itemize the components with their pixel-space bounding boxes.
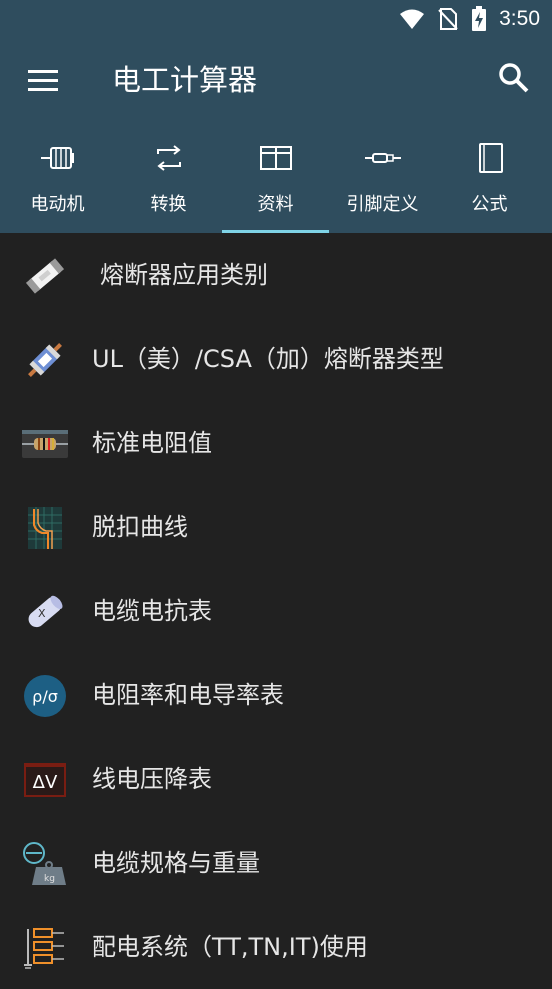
tab-convert[interactable]: 转换 [115, 132, 222, 233]
search-button[interactable] [496, 60, 532, 96]
svg-text:ρ/σ: ρ/σ [32, 687, 58, 706]
tab-label: 公式 [471, 194, 508, 215]
tab-motor[interactable]: 电动机 [0, 132, 115, 233]
app-title: 电工计算器 [112, 63, 258, 97]
list-item[interactable]: 配电系统（TT,TN,IT)使用 [0, 905, 552, 989]
no-sim-icon [438, 8, 458, 30]
list-item-label: 线电压降表 [92, 765, 212, 793]
resistor-icon [22, 430, 68, 458]
ul-fuse-icon [28, 343, 62, 377]
tab-formulas[interactable]: 公式 [436, 132, 543, 233]
book-icon [478, 143, 503, 173]
resistivity-icon: ρ/σ [24, 675, 66, 717]
motor-icon [40, 147, 74, 169]
tab-label: 资料 [257, 194, 294, 215]
list-item-label: UL（美）/CSA（加）熔断器类型 [92, 345, 444, 373]
list-item[interactable]: UL（美）/CSA（加）熔断器类型 [0, 317, 552, 401]
cable-weight-icon: kg [23, 842, 66, 885]
table-icon [259, 146, 292, 170]
list-item[interactable]: ΔV 线电压降表 [0, 737, 552, 821]
status-time: 3:50 [499, 7, 540, 30]
list-item-label: 电阻率和电导率表 [92, 681, 284, 709]
cable-reactance-icon: X [28, 595, 63, 628]
list-item[interactable]: 标准电阻值 [0, 401, 552, 485]
list-item[interactable]: kg 电缆规格与重量 [0, 821, 552, 905]
convert-icon [156, 145, 181, 171]
list-item-label: 标准电阻值 [92, 429, 212, 457]
status-bar: 3:50 [399, 0, 552, 38]
tab-resources[interactable]: 资料 [222, 132, 329, 233]
svg-text:ΔV: ΔV [33, 772, 58, 793]
tab-bar: 电动机 转换 资料 引脚定义 公式 [0, 132, 552, 233]
search-icon [499, 63, 529, 93]
list-item-label: 熔断器应用类别 [100, 261, 268, 289]
toolbar: 电工计算器 [0, 38, 552, 122]
list-item-label: 电缆规格与重量 [92, 849, 260, 877]
list-item-label: 配电系统（TT,TN,IT)使用 [92, 933, 368, 961]
wifi-icon [400, 9, 425, 29]
resource-list: 熔断器应用类别 UL（美）/CSA（加）熔断器类型 标准电阻值 脱扣曲线 X 电… [0, 233, 552, 989]
list-item[interactable]: 熔断器应用类别 [0, 233, 552, 317]
list-item-label: 电缆电抗表 [92, 597, 212, 625]
battery-charging-icon [472, 6, 487, 31]
fuse-icon [25, 258, 65, 294]
svg-text:kg: kg [44, 874, 55, 884]
hamburger-menu-icon [28, 70, 58, 91]
connector-icon [364, 153, 401, 163]
list-item[interactable]: 脱扣曲线 [0, 485, 552, 569]
list-item-label: 脱扣曲线 [92, 513, 188, 541]
menu-button[interactable] [22, 62, 64, 98]
app-bar: 3:50 电工计算器 电动机 转换 资料 引脚定义 公式 [0, 0, 552, 233]
distribution-system-icon [24, 928, 64, 969]
tab-label: 转换 [150, 194, 187, 215]
tab-label: 电动机 [30, 194, 85, 215]
trip-curve-icon [28, 507, 62, 549]
list-item[interactable]: X 电缆电抗表 [0, 569, 552, 653]
tab-label: 引脚定义 [346, 194, 419, 215]
svg-text:X: X [38, 607, 46, 620]
list-item[interactable]: ρ/σ 电阻率和电导率表 [0, 653, 552, 737]
tab-pinout[interactable]: 引脚定义 [329, 132, 436, 233]
voltage-drop-icon: ΔV [24, 763, 66, 797]
